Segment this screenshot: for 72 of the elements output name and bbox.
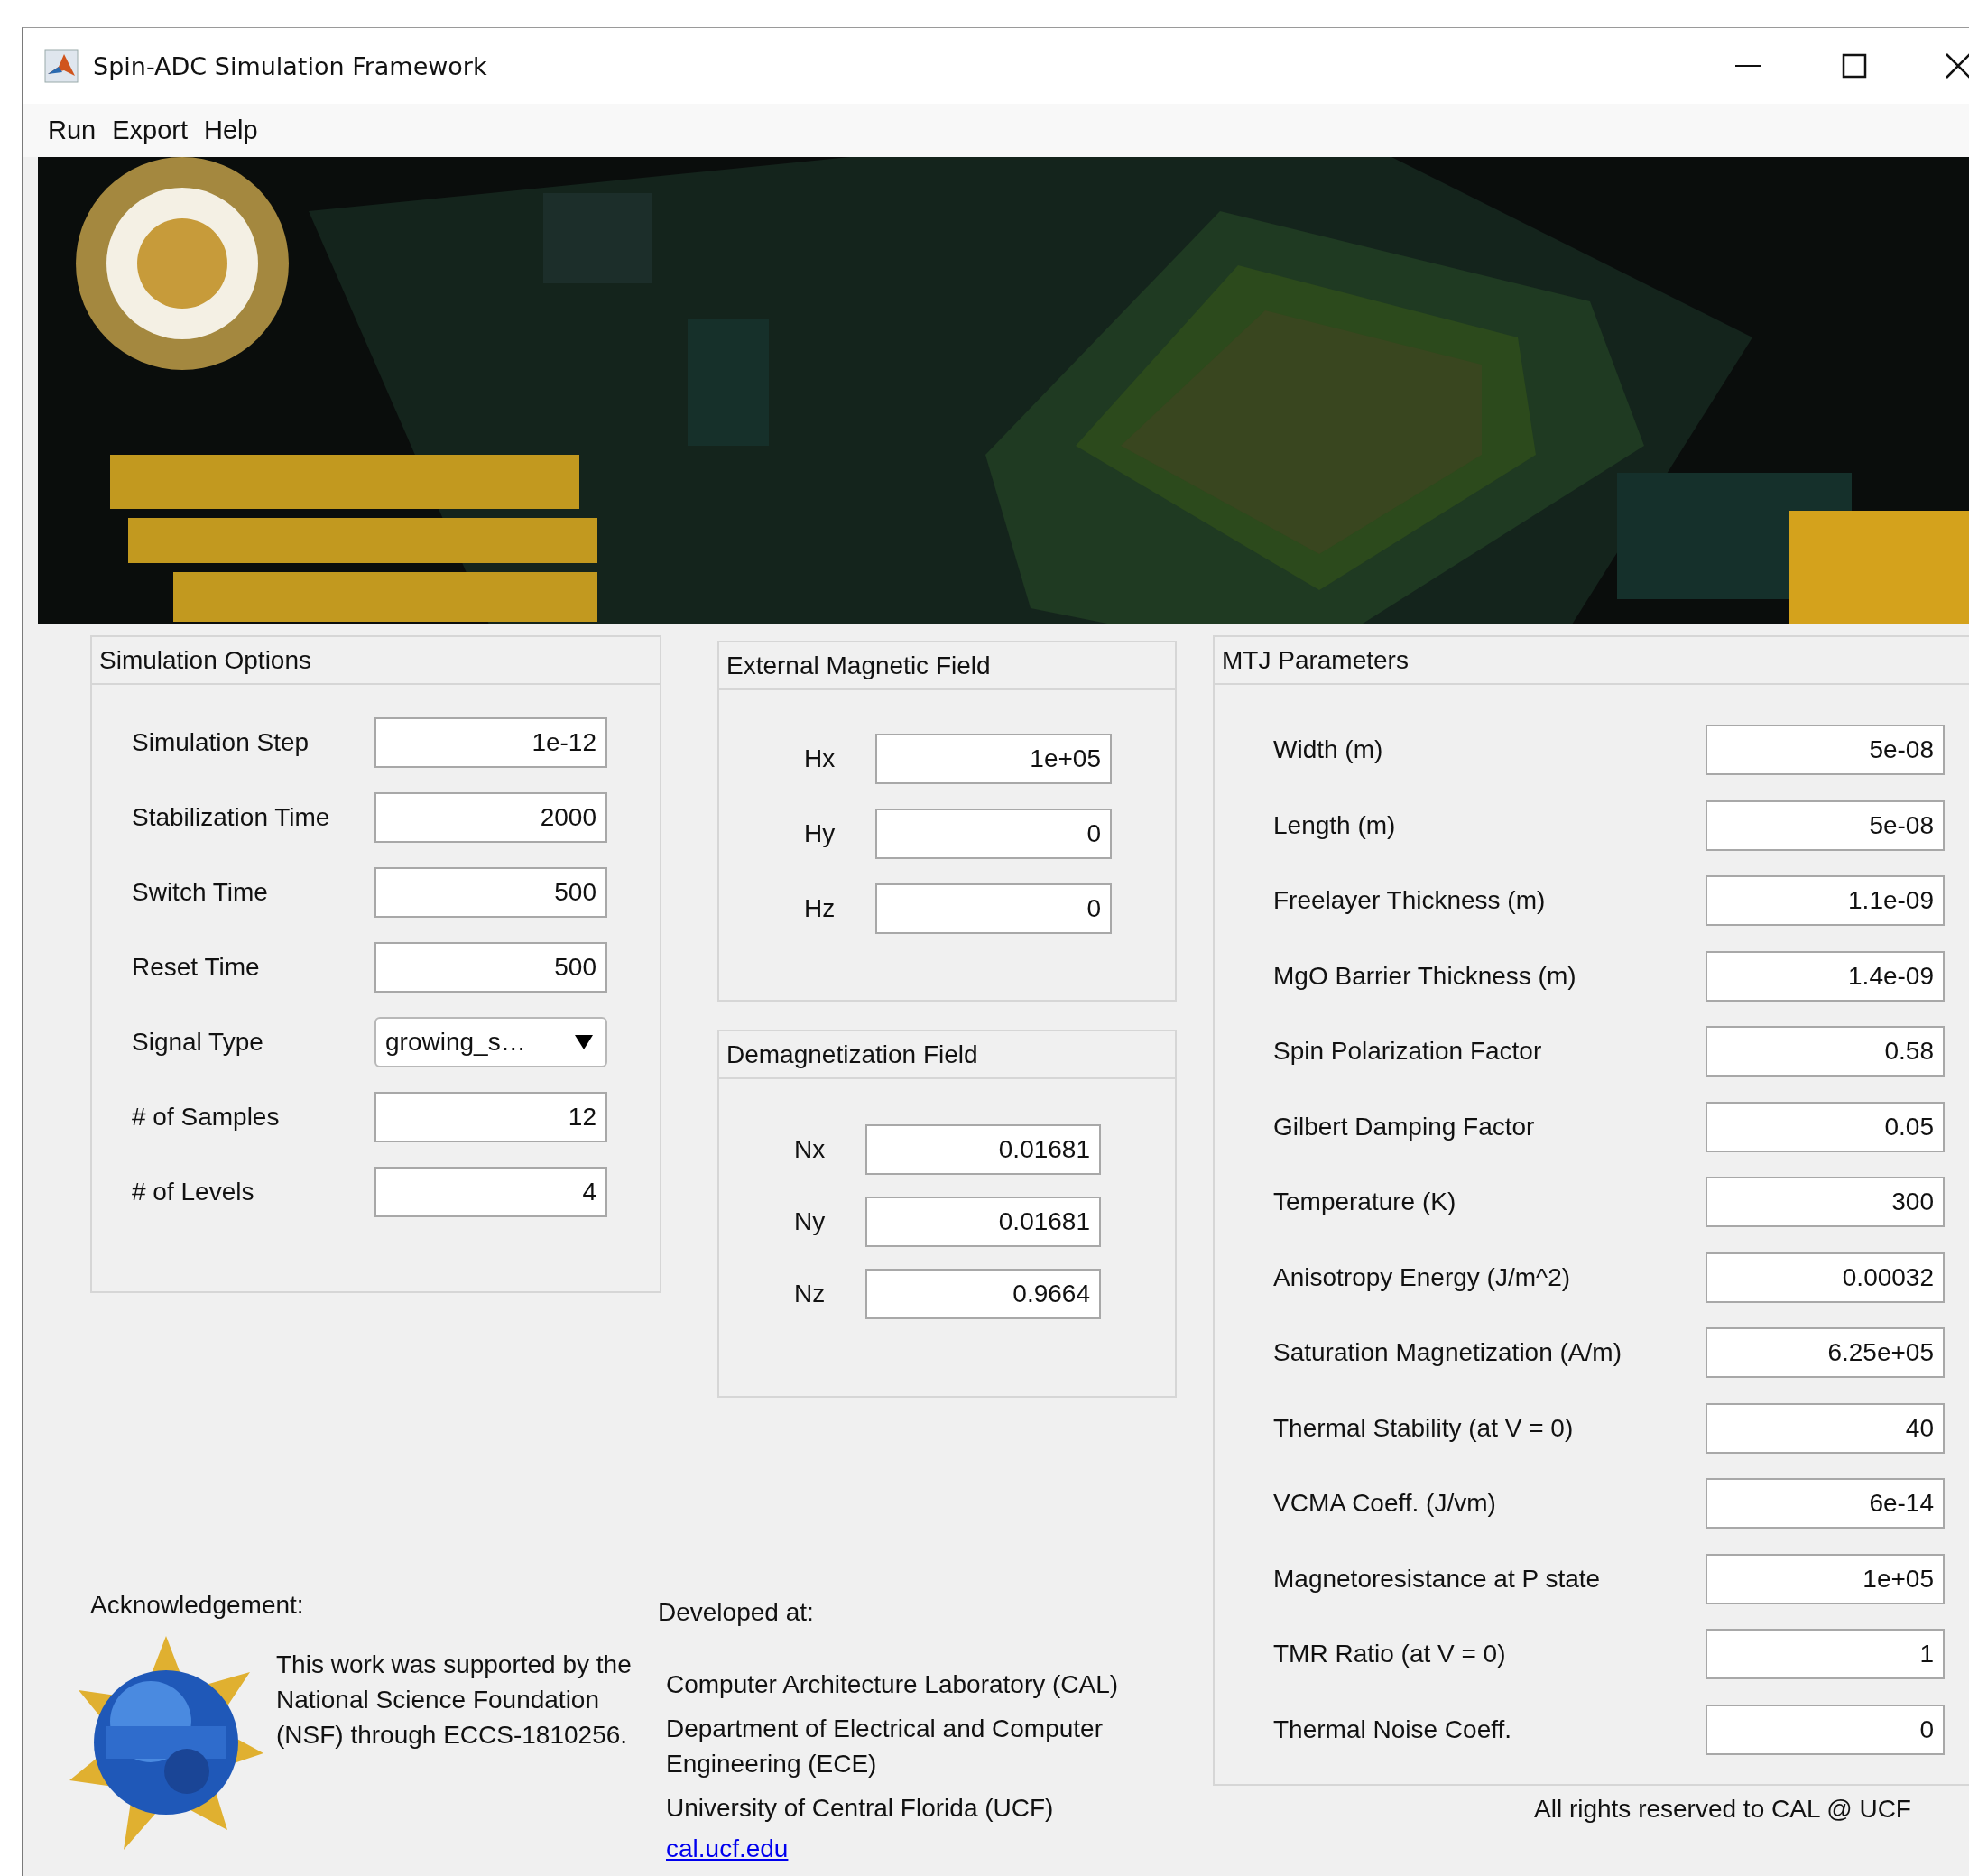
caret-icon bbox=[575, 1035, 593, 1049]
input-field[interactable]: 5e-08 bbox=[1706, 725, 1945, 775]
window-title: Spin-ADC Simulation Framework bbox=[93, 51, 487, 80]
field-label: Reset Time bbox=[132, 953, 261, 982]
input-field[interactable]: 12 bbox=[374, 1092, 607, 1142]
input-field[interactable]: 4 bbox=[374, 1167, 607, 1217]
panel-title: Demagnetization Field bbox=[726, 1040, 978, 1069]
menu-item[interactable]: Export bbox=[105, 112, 196, 149]
field-label: Freelayer Thickness (m) bbox=[1273, 886, 1547, 915]
field-label: Signal Type bbox=[132, 1028, 264, 1057]
input-field[interactable]: 1e+05 bbox=[875, 734, 1112, 784]
field-label: MgO Barrier Thickness (m) bbox=[1273, 961, 1577, 991]
input-field[interactable]: 6.25e+05 bbox=[1706, 1327, 1945, 1378]
field-label: Simulation Step bbox=[132, 728, 310, 757]
field-label: TMR Ratio (at V = 0) bbox=[1273, 1640, 1507, 1668]
input-field[interactable]: 5e-08 bbox=[1706, 799, 1945, 851]
panel-title: Simulation Options bbox=[99, 645, 311, 675]
input-field[interactable]: 0 bbox=[875, 809, 1112, 859]
field-label: Thermal Stability (at V = 0) bbox=[1273, 1413, 1575, 1443]
field-label: Hy bbox=[804, 819, 837, 848]
acknowledgement-text: This work was supported by the National Science Foundation (NSF) through ECCS-1810256. bbox=[276, 1650, 633, 1751]
field-label: Nx bbox=[794, 1135, 827, 1164]
input-field[interactable]: 6e-14 bbox=[1706, 1478, 1945, 1529]
input-field[interactable]: 500 bbox=[374, 942, 607, 993]
app-icon bbox=[44, 49, 79, 83]
field-label: VCMA Coeff. (J/vm) bbox=[1273, 1489, 1497, 1518]
field-label: Hx bbox=[804, 744, 837, 773]
field-label: Ny bbox=[794, 1207, 827, 1236]
field-label: Hz bbox=[804, 894, 837, 923]
input-field[interactable]: 300 bbox=[1706, 1177, 1945, 1227]
copyright-text: All rights reserved to CAL @ UCF bbox=[1534, 1795, 1912, 1824]
input-field[interactable]: 1.1e-09 bbox=[1706, 875, 1945, 926]
input-field[interactable]: 40 bbox=[1706, 1402, 1945, 1454]
input-field[interactable]: 1e+05 bbox=[1706, 1553, 1945, 1604]
panel-title: External Magnetic Field bbox=[726, 651, 991, 680]
menu-item[interactable]: Run bbox=[41, 112, 104, 149]
section-label: Developed at: bbox=[658, 1598, 815, 1627]
field-label: Temperature (K) bbox=[1273, 1188, 1457, 1216]
field-label: Gilbert Damping Factor bbox=[1273, 1112, 1536, 1141]
input-field[interactable]: 0.00032 bbox=[1706, 1252, 1945, 1303]
field-label: # of Samples bbox=[132, 1103, 281, 1132]
menu-item[interactable]: Help bbox=[197, 112, 265, 149]
website-link[interactable]: cal.ucf.edu bbox=[666, 1834, 1189, 1863]
input-field[interactable]: 0.01681 bbox=[865, 1197, 1101, 1247]
field-label: Spin Polarization Factor bbox=[1273, 1037, 1543, 1066]
panel-title: MTJ Parameters bbox=[1222, 645, 1409, 675]
field-label: Width (m) bbox=[1273, 735, 1384, 764]
input-field[interactable]: 0.58 bbox=[1706, 1026, 1945, 1077]
field-label: Stabilization Time bbox=[132, 803, 331, 832]
input-field[interactable]: 1e-12 bbox=[374, 717, 607, 768]
input-field[interactable]: 2000 bbox=[374, 792, 607, 843]
field-label: Thermal Noise Coeff. bbox=[1273, 1714, 1513, 1744]
field-label: Magnetoresistance at P state bbox=[1273, 1564, 1602, 1594]
field-label: Length (m) bbox=[1273, 810, 1397, 840]
field-label: Switch Time bbox=[132, 878, 269, 907]
input-field[interactable]: 0.05 bbox=[1706, 1101, 1945, 1152]
input-field[interactable]: 0.9664 bbox=[865, 1269, 1101, 1319]
address-line: Department of Electrical and Computer Engineering (ECE) bbox=[666, 1714, 1104, 1779]
address-line: Computer Architecture Laboratory (CAL) bbox=[666, 1669, 1120, 1700]
field-label: # of Levels bbox=[132, 1178, 255, 1206]
input-field[interactable]: 0 bbox=[875, 883, 1112, 934]
input-field[interactable]: 0 bbox=[1706, 1704, 1945, 1755]
address-line: University of Central Florida (UCF) bbox=[666, 1793, 1055, 1824]
field-label: Saturation Magnetization (A/m) bbox=[1273, 1338, 1622, 1367]
input-field[interactable]: 0.01681 bbox=[865, 1124, 1101, 1175]
input-field[interactable]: 1.4e-09 bbox=[1706, 950, 1945, 1002]
input-field[interactable]: 500 bbox=[374, 867, 607, 918]
field-label: Anisotropy Energy (J/m^2) bbox=[1273, 1262, 1572, 1292]
section-label: Acknowledgement: bbox=[90, 1591, 305, 1620]
input-field[interactable]: 1 bbox=[1706, 1629, 1945, 1679]
signal-type-dropdown[interactable]: growing_s… bbox=[374, 1017, 607, 1067]
field-label: Nz bbox=[794, 1280, 827, 1308]
